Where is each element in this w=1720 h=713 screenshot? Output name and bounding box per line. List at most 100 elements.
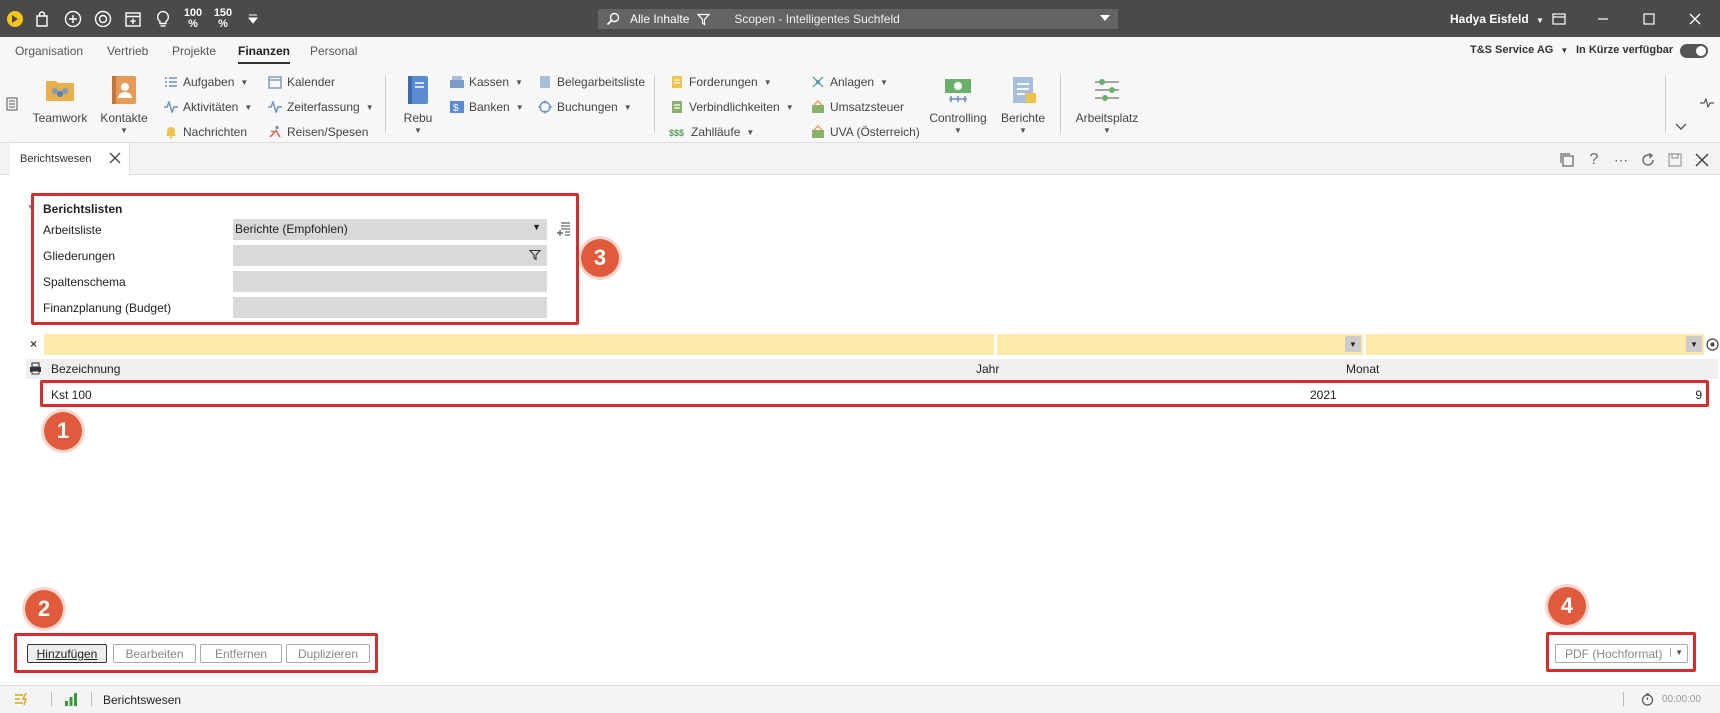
zoom-100-percent: % bbox=[188, 18, 198, 30]
search-scope[interactable]: Alle Inhalte bbox=[630, 12, 689, 26]
entfernen-button[interactable]: Entfernen bbox=[200, 644, 282, 663]
zoom-150-button[interactable]: 150 % bbox=[211, 8, 235, 30]
gliederungen-field[interactable] bbox=[233, 245, 547, 266]
tab-berichtswesen[interactable]: Berichtswesen bbox=[10, 143, 130, 175]
umsatzsteuer-label: Umsatzsteuer bbox=[830, 100, 905, 114]
save-icon[interactable] bbox=[1666, 151, 1684, 169]
kalender-button[interactable]: Kalender bbox=[267, 74, 335, 90]
column-chooser-icon[interactable] bbox=[1706, 338, 1719, 351]
chevron-down-icon: ▼ bbox=[880, 77, 888, 87]
maximize-button[interactable] bbox=[1626, 0, 1672, 37]
berichte-button[interactable]: Berichte ▼ bbox=[997, 73, 1049, 135]
app-logo-icon bbox=[4, 8, 26, 30]
filter-jahr[interactable]: ▼ bbox=[997, 334, 1363, 355]
table-header: Bezeichnung Jahr Monat bbox=[26, 359, 1718, 379]
print-icon[interactable] bbox=[29, 362, 42, 375]
aktivitaeten-button[interactable]: Aktivitäten ▼ bbox=[163, 99, 252, 115]
close-window-button[interactable] bbox=[1672, 0, 1718, 37]
arbeitsliste-value: Berichte (Empfohlen) bbox=[235, 222, 348, 236]
uva-button[interactable]: UVA (Österreich) bbox=[810, 124, 920, 140]
bank-icon: $ bbox=[449, 99, 465, 115]
kassen-button[interactable]: Kassen ▼ bbox=[449, 74, 523, 90]
tab-vertrieb[interactable]: Vertrieb bbox=[107, 44, 148, 58]
aufgaben-button[interactable]: Aufgaben ▼ bbox=[163, 74, 248, 90]
timer-icon[interactable] bbox=[1641, 693, 1654, 706]
anlagen-button[interactable]: Anlagen ▼ bbox=[810, 74, 888, 90]
ribbon-expand-icon[interactable] bbox=[1675, 123, 1687, 131]
ribbon-separator bbox=[1665, 75, 1666, 133]
arbeitsplatz-button[interactable]: Arbeitsplatz ▼ bbox=[1070, 73, 1144, 135]
column-header-monat[interactable]: Monat bbox=[1346, 362, 1379, 376]
activity-sidebar-icon[interactable] bbox=[1700, 98, 1714, 108]
tab-organisation[interactable]: Organisation bbox=[15, 44, 83, 58]
add-list-icon[interactable] bbox=[556, 221, 572, 237]
minimize-button[interactable] bbox=[1580, 0, 1626, 37]
chevron-down-icon: ▼ bbox=[532, 222, 541, 232]
zoom-100-button[interactable]: 100 % bbox=[181, 8, 205, 30]
nachrichten-button[interactable]: Nachrichten bbox=[163, 124, 247, 140]
ribbon-collapse-icon[interactable] bbox=[6, 97, 18, 111]
payables-icon bbox=[669, 99, 685, 115]
buchungen-button[interactable]: Buchungen ▼ bbox=[537, 99, 632, 115]
filter-bezeichnung[interactable] bbox=[44, 334, 994, 355]
svg-text:$: $ bbox=[453, 103, 459, 114]
bookings-icon bbox=[537, 99, 553, 115]
verbindlichkeiten-button[interactable]: Verbindlichkeiten ▼ bbox=[669, 99, 794, 115]
hinzufuegen-button[interactable]: Hinzufügen bbox=[27, 644, 107, 663]
zeiterfassung-button[interactable]: Zeiterfassung ▼ bbox=[267, 99, 374, 115]
rebu-label: Rebu bbox=[403, 111, 433, 125]
lightbulb-icon[interactable] bbox=[152, 8, 174, 30]
help-icon[interactable]: ? bbox=[1585, 151, 1603, 169]
company-selector[interactable]: T&S Service AG ▼ bbox=[1470, 44, 1568, 56]
tab-personal[interactable]: Personal bbox=[310, 44, 357, 58]
forderungen-button[interactable]: Forderungen ▼ bbox=[669, 74, 772, 90]
calendar-icon bbox=[267, 74, 283, 90]
kontakte-button[interactable]: Kontakte ▼ bbox=[96, 73, 152, 135]
export-format-select[interactable]: PDF (Hochformat) ▼ bbox=[1555, 644, 1688, 663]
gliederungen-label: Gliederungen bbox=[43, 249, 116, 263]
restore-layout-button[interactable] bbox=[1536, 0, 1582, 37]
close-tab-icon[interactable] bbox=[109, 152, 121, 164]
chevron-down-icon: ▼ bbox=[515, 102, 524, 112]
calendar-add-icon[interactable] bbox=[122, 8, 144, 30]
finanzplanung-field[interactable] bbox=[233, 297, 547, 318]
filter-monat[interactable]: ▼ bbox=[1366, 334, 1704, 355]
tab-finanzen[interactable]: Finanzen bbox=[238, 44, 291, 64]
duplizieren-button[interactable]: Duplizieren bbox=[286, 644, 370, 663]
belegarbeitsliste-label: Belegarbeitsliste bbox=[557, 75, 646, 89]
copy-window-icon[interactable] bbox=[1558, 151, 1576, 169]
document-tab-bar: Berichtswesen ? ⋯ bbox=[0, 143, 1720, 175]
column-header-bezeichnung[interactable]: Bezeichnung bbox=[51, 362, 120, 376]
user-menu[interactable]: Hadya Eisfeld ▼ bbox=[1450, 12, 1544, 26]
shopping-bag-icon[interactable] bbox=[31, 8, 53, 30]
zahllaeufe-button[interactable]: $$$ Zahlläufe ▼ bbox=[669, 124, 754, 140]
clear-filter-icon[interactable]: × bbox=[30, 337, 37, 351]
filter-icon[interactable] bbox=[529, 249, 541, 261]
close-document-icon[interactable] bbox=[1693, 151, 1711, 169]
chevron-down-icon: ▼ bbox=[244, 102, 253, 112]
uva-icon bbox=[810, 124, 826, 140]
belegarbeitsliste-button[interactable]: Belegarbeitsliste bbox=[537, 74, 645, 90]
column-header-jahr[interactable]: Jahr bbox=[976, 362, 999, 376]
banken-button[interactable]: $ Banken ▼ bbox=[449, 99, 524, 115]
refresh-icon[interactable] bbox=[1639, 151, 1657, 169]
controlling-button[interactable]: Controlling ▼ bbox=[926, 73, 990, 135]
ribbon-toolbar: Teamwork Kontakte ▼ Aufgaben ▼ Aktivität… bbox=[0, 65, 1720, 143]
teamwork-button[interactable]: Teamwork bbox=[30, 73, 90, 125]
lifebuoy-icon[interactable] bbox=[92, 8, 114, 30]
search-bar[interactable]: Alle Inhalte Scopen - Intelligentes Such… bbox=[598, 9, 1118, 29]
arbeitsliste-select[interactable]: Berichte (Empfohlen) ▼ bbox=[233, 219, 547, 240]
bearbeiten-button[interactable]: Bearbeiten bbox=[113, 644, 196, 663]
coming-soon-toggle[interactable] bbox=[1680, 44, 1708, 58]
reisen-spesen-button[interactable]: Reisen/Spesen bbox=[267, 124, 368, 140]
umsatzsteuer-button[interactable]: Umsatzsteuer bbox=[810, 99, 904, 115]
filter-icon[interactable] bbox=[697, 13, 711, 26]
search-input[interactable]: Scopen - Intelligentes Suchfeld bbox=[734, 12, 899, 26]
search-dropdown-icon[interactable] bbox=[1100, 15, 1110, 23]
tab-projekte[interactable]: Projekte bbox=[172, 44, 216, 58]
add-circle-icon[interactable] bbox=[62, 8, 84, 30]
spaltenschema-field[interactable] bbox=[233, 271, 547, 292]
rebu-button[interactable]: Rebu ▼ bbox=[400, 73, 436, 135]
more-options-icon[interactable]: ⋯ bbox=[1612, 151, 1630, 169]
quick-access-dropdown-icon[interactable] bbox=[242, 8, 264, 30]
